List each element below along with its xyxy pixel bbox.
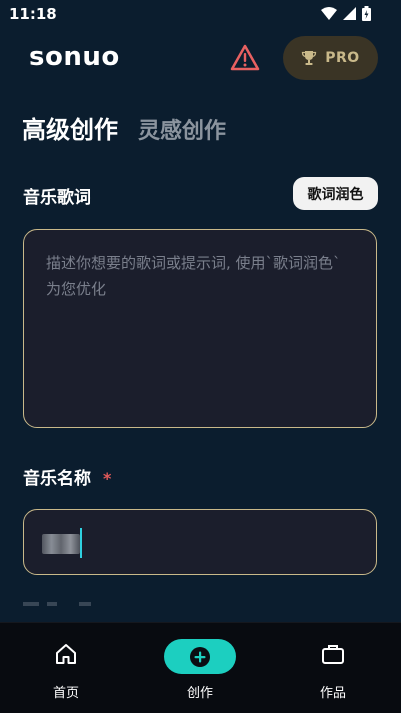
- creation-tabs: 高级创作 灵感创作: [22, 110, 226, 145]
- lyrics-placeholder: 描述你想要的歌词或提示词, 使用`歌词润色`为您优化: [46, 254, 341, 298]
- create-button[interactable]: [164, 639, 236, 674]
- status-time: 11:18: [9, 5, 57, 23]
- nav-works-label: 作品: [319, 686, 346, 701]
- music-name-label: 音乐名称 *: [23, 464, 111, 489]
- required-mark: *: [103, 469, 112, 488]
- nav-home-label: 首页: [52, 686, 79, 701]
- wifi-icon: [321, 7, 337, 20]
- nav-home[interactable]: 首页: [16, 623, 116, 713]
- signal-icon: [343, 7, 356, 20]
- bottom-navigation: 首页 创作 作品: [0, 622, 401, 713]
- lyrics-label: 音乐歌词: [23, 188, 91, 208]
- status-icons: [321, 6, 371, 21]
- app-logo: sonuo: [29, 42, 120, 72]
- pro-button[interactable]: PRO: [283, 36, 378, 80]
- home-icon: [56, 644, 76, 664]
- plus-circle-icon: [190, 646, 210, 667]
- music-name-input[interactable]: [23, 509, 377, 575]
- polish-lyrics-button[interactable]: 歌词润色: [293, 177, 378, 210]
- tab-inspiration-creation[interactable]: 灵感创作: [138, 113, 226, 145]
- nav-create-label: 创作: [186, 686, 213, 701]
- music-name-label-text: 音乐名称: [23, 469, 91, 489]
- battery-icon: [362, 6, 371, 21]
- blurred-text: [42, 534, 80, 554]
- text-cursor: [80, 528, 82, 558]
- status-bar: 11:18: [0, 0, 401, 28]
- warning-button[interactable]: [230, 44, 264, 74]
- briefcase-icon: [322, 645, 344, 664]
- lyrics-input[interactable]: 描述你想要的歌词或提示词, 使用`歌词润色`为您优化: [23, 229, 377, 428]
- nav-works[interactable]: 作品: [283, 623, 383, 713]
- faded-section-hint: [23, 602, 91, 606]
- tab-advanced-creation[interactable]: 高级创作: [22, 110, 118, 145]
- warning-icon: [230, 44, 260, 71]
- pro-label: PRO: [325, 50, 360, 66]
- trophy-icon: [302, 51, 317, 65]
- app-header: sonuo PRO: [0, 32, 401, 86]
- nav-create[interactable]: 创作: [150, 623, 250, 713]
